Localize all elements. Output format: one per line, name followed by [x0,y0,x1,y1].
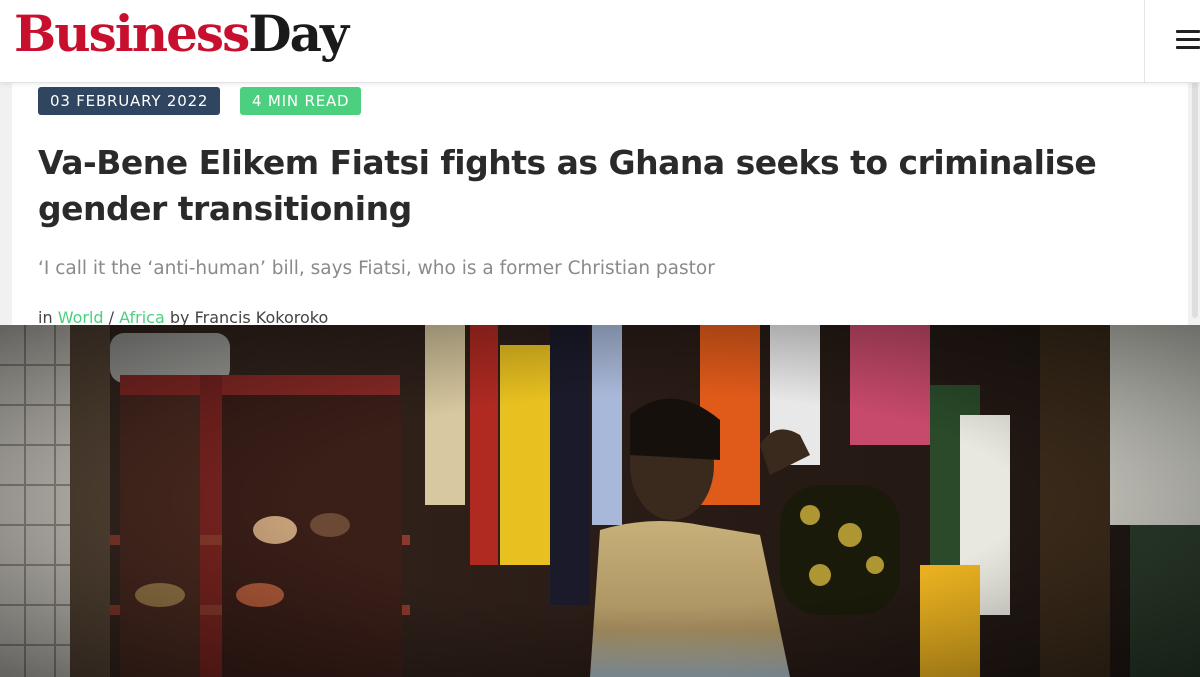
menu-bar [1176,46,1200,49]
header-divider [1144,0,1145,82]
page: BusinessDay 03 FEBRUARY 2022 4 MIN READ … [0,0,1200,677]
read-time-badge: 4 MIN READ [240,87,362,115]
article-card: 03 FEBRUARY 2022 4 MIN READ Va-Bene Elik… [12,82,1188,342]
scrollbar[interactable] [1192,58,1198,318]
logo-day: Day [248,4,349,63]
logo-business: Business [14,4,250,63]
date-badge: 03 FEBRUARY 2022 [38,87,221,115]
site-header: BusinessDay [0,0,1200,83]
menu-bar [1176,38,1200,41]
menu-bar [1176,30,1200,33]
article-subheadline: ‘I call it the ‘anti-human’ bill, says F… [38,258,715,279]
hero-photo [0,325,1200,677]
site-logo[interactable]: BusinessDay [14,2,349,66]
article-headline: Va-Bene Elikem Fiatsi fights as Ghana se… [38,143,1097,228]
hamburger-menu-icon[interactable] [1160,20,1200,60]
